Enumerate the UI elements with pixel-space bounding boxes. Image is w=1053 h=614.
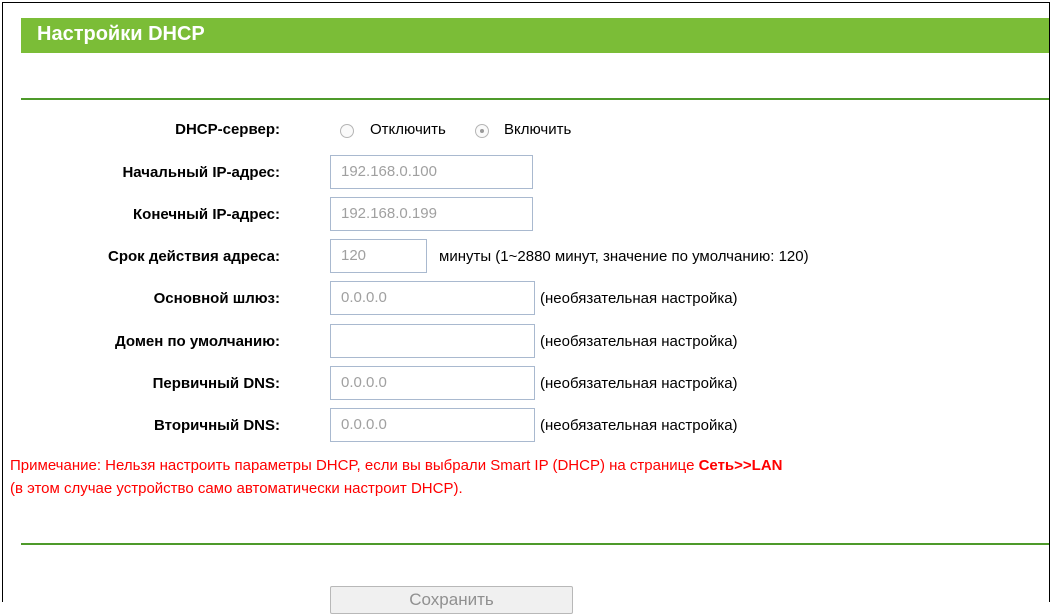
- default-domain-input[interactable]: [330, 324, 535, 358]
- start-ip-input[interactable]: 192.168.0.100: [330, 155, 533, 189]
- save-button[interactable]: Сохранить: [330, 586, 573, 614]
- page-title: Настройки DHCP: [37, 23, 205, 45]
- radio-disable[interactable]: [340, 124, 354, 138]
- lease-time-input[interactable]: 120: [330, 239, 427, 273]
- primary-dns-input[interactable]: 0.0.0.0: [330, 366, 535, 400]
- gateway-label: Основной шлюз:: [153, 290, 280, 307]
- default-domain-hint: (необязательная настройка): [540, 333, 738, 350]
- radio-disable-label[interactable]: Отключить: [370, 121, 446, 139]
- gateway-hint: (необязательная настройка): [540, 290, 738, 307]
- end-ip-input[interactable]: 192.168.0.199: [330, 197, 533, 231]
- radio-enable[interactable]: [475, 124, 489, 138]
- top-divider: [21, 98, 1049, 100]
- end-ip-label: Конечный IP-адрес:: [133, 206, 280, 223]
- dhcp-server-label: DHCP-сервер:: [175, 121, 280, 138]
- default-domain-label: Домен по умолчанию:: [114, 333, 280, 350]
- secondary-dns-hint: (необязательная настройка): [540, 417, 738, 434]
- lease-time-label: Срок действия адреса:: [107, 248, 280, 265]
- lease-time-hint: минуты (1~2880 минут, значение по умолча…: [439, 248, 809, 265]
- primary-dns-label: Первичный DNS:: [152, 375, 280, 392]
- start-ip-label: Начальный IP-адрес:: [122, 164, 280, 181]
- primary-dns-hint: (необязательная настройка): [540, 375, 738, 392]
- note-line-1: Примечание: Нельзя настроить параметры D…: [10, 457, 783, 475]
- note-text: Примечание: Нельзя настроить параметры D…: [10, 457, 699, 474]
- bottom-divider: [21, 543, 1049, 545]
- network-lan-link: Сеть>>LAN: [698, 457, 783, 474]
- gateway-input[interactable]: 0.0.0.0: [330, 281, 535, 315]
- note-line-2: (в этом случае устройство само автоматич…: [10, 480, 463, 497]
- secondary-dns-input[interactable]: 0.0.0.0: [330, 408, 535, 442]
- secondary-dns-label: Вторичный DNS:: [154, 417, 280, 434]
- radio-enable-label[interactable]: Включить: [504, 121, 571, 139]
